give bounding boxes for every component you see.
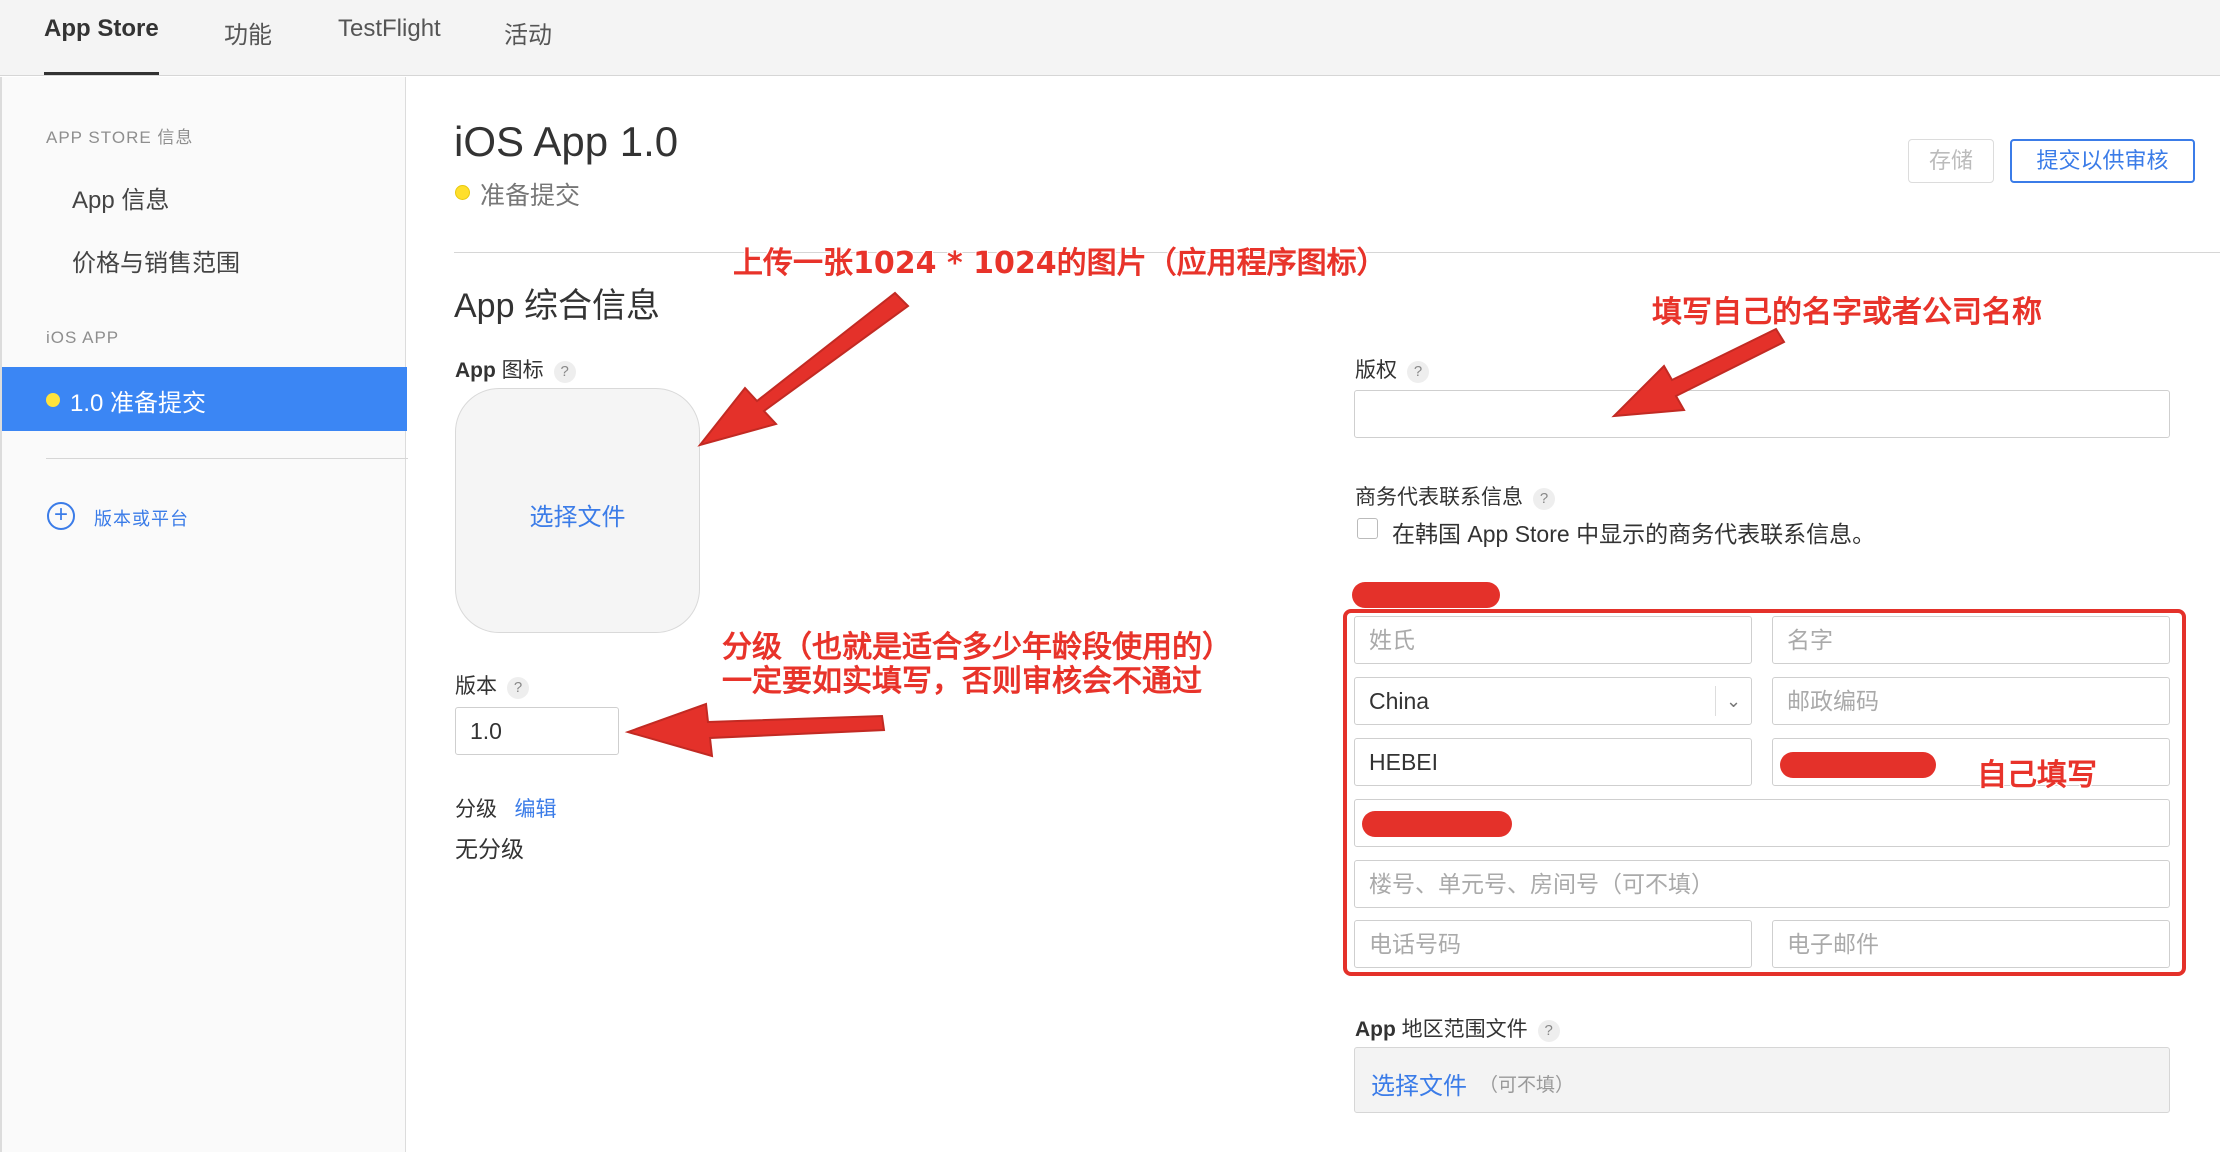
sidebar-heading-ios-app: iOS APP [46, 328, 120, 347]
help-icon[interactable]: ? [1533, 488, 1555, 510]
redaction-mark [1352, 582, 1500, 608]
sidebar: APP STORE 信息 App 信息 价格与销售范围 iOS APP 1.0 … [0, 77, 408, 1152]
submit-for-review-button[interactable]: 提交以供审核 [2010, 139, 2195, 183]
annotation-icon-note: 上传一张1024 * 1024的图片（应用程序图标） [733, 246, 1387, 281]
page-title: iOS App 1.0 [454, 118, 679, 165]
rating-label-text: 分级 [455, 798, 497, 821]
tab-features[interactable]: 功能 [224, 15, 272, 50]
version-input[interactable]: 1.0 [455, 707, 619, 755]
sidebar-item-version-label: 1.0 准备提交 [70, 390, 207, 417]
rating-edit-link[interactable]: 编辑 [515, 798, 557, 821]
sidebar-item-pricing[interactable]: 价格与销售范围 [72, 243, 240, 278]
help-icon[interactable]: ? [507, 677, 529, 699]
version-label-text: 版本 [455, 675, 497, 698]
tab-activity[interactable]: 活动 [504, 15, 552, 50]
redaction-mark [1362, 811, 1512, 837]
annotation-copyright-note: 填写自己的名字或者公司名称 [1652, 295, 2042, 330]
tab-testflight[interactable]: TestFlight [338, 15, 441, 43]
help-icon[interactable]: ? [1537, 1020, 1560, 1042]
contact-info-label: 商务代表联系信息? [1355, 481, 1555, 511]
korea-contact-checkbox-label: 在韩国 App Store 中显示的商务代表联系信息。 [1392, 521, 1876, 547]
annotation-self-fill-note: 自己填写 [1977, 758, 2097, 793]
region-file-label-bold: App [1355, 1018, 1396, 1041]
redaction-mark [1780, 752, 1936, 778]
tab-app-store[interactable]: App Store [44, 15, 159, 43]
arrow-to-version [624, 702, 886, 758]
sidebar-item-app-info[interactable]: App 信息 [72, 180, 169, 215]
version-label: 版本? [455, 670, 529, 700]
choose-file-link[interactable]: 选择文件 [456, 497, 699, 532]
sidebar-item-version-1-0[interactable]: 1.0 准备提交 [2, 367, 407, 431]
region-optional-note: （可不填） [1479, 1075, 1575, 1096]
copyright-label-text: 版权 [1355, 359, 1397, 382]
status-dot-icon [455, 185, 470, 200]
help-icon[interactable]: ? [1407, 361, 1429, 383]
top-nav-bar: App Store 功能 TestFlight 活动 [0, 0, 2220, 76]
region-choose-file-link[interactable]: 选择文件 [1371, 1066, 1467, 1101]
arrow-to-icon [697, 291, 910, 447]
region-file-label: App 地区范围文件? [1355, 1013, 1560, 1043]
rating-value: 无分级 [455, 836, 524, 862]
app-icon-label-bold: App [455, 359, 496, 382]
status-dot-icon [46, 393, 60, 407]
app-icon-label-text: 图标 [501, 359, 544, 382]
region-file-label-text: 地区范围文件 [1401, 1018, 1528, 1041]
sidebar-divider [46, 458, 408, 459]
add-circle-icon[interactable]: + [47, 502, 75, 530]
status-label: 准备提交 [480, 182, 581, 210]
save-button[interactable]: 存储 [1908, 139, 1994, 183]
add-version-or-platform-link[interactable]: 版本或平台 [94, 505, 189, 531]
region-file-upload-area[interactable]: 选择文件 （可不填） [1354, 1047, 2170, 1113]
help-icon[interactable]: ? [553, 361, 576, 383]
korea-contact-checkbox[interactable] [1357, 518, 1378, 539]
sidebar-heading-app-store: APP STORE 信息 [46, 128, 194, 147]
annotation-rating-note-2: 一定要如实填写，否则审核会不通过 [722, 664, 1202, 699]
rating-label: 分级 编辑 [455, 793, 557, 823]
app-icon-label: App 图标? [455, 354, 576, 384]
app-icon-upload-area[interactable]: 选择文件 [455, 388, 700, 633]
section-title: App 综合信息 [454, 287, 660, 325]
copyright-label: 版权? [1355, 354, 1429, 384]
contact-info-label-text: 商务代表联系信息 [1355, 486, 1523, 509]
active-tab-indicator [44, 72, 159, 75]
copyright-input[interactable] [1354, 390, 2170, 438]
